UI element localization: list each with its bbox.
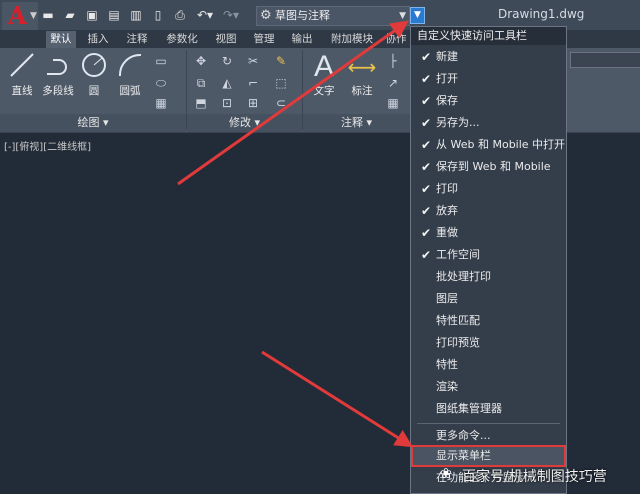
arrow-to-show-menubar (261, 350, 414, 448)
annotation-arrows (177, 20, 414, 448)
watermark-text: 百家号/机械制图技巧营 (462, 469, 607, 485)
arrow-to-customize-button (177, 20, 409, 186)
watermark-icon: ❀ (440, 466, 452, 482)
